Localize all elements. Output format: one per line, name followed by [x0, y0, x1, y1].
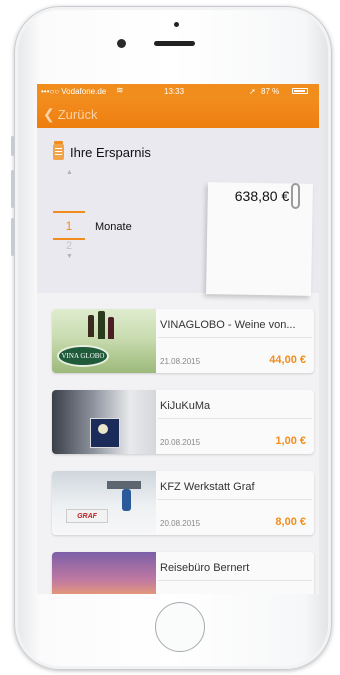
item-date: 20.08.2015	[160, 438, 201, 447]
item-title: KFZ Werkstatt Graf	[160, 481, 255, 493]
reisebuero-thumbnail	[52, 552, 156, 594]
front-camera	[117, 39, 126, 48]
picker-selection-top-line	[53, 211, 85, 213]
kfz-werkstatt-thumbnail: GRAF	[52, 471, 156, 535]
list-item[interactable]: KiJuKuMa 20.08.2015 1,00 €	[52, 390, 314, 454]
volume-down-button	[11, 218, 14, 256]
chevron-left-icon: ❮	[43, 106, 55, 122]
list-item[interactable]: GRAF KFZ Werkstatt Graf 20.08.2015 8,00 …	[52, 471, 314, 535]
item-date: 21.08.2015	[160, 357, 201, 366]
vinaglobo-thumbnail: VINA GLOBO	[52, 309, 156, 373]
item-title: Reisebüro Bernert	[160, 562, 250, 574]
divider	[158, 337, 312, 338]
savings-jar-icon	[53, 141, 64, 160]
earpiece-speaker	[154, 41, 195, 46]
front-sensor	[174, 22, 179, 27]
savings-amount: 638,80 €	[234, 188, 290, 204]
clock: 13:33	[164, 87, 185, 96]
list-item[interactable]: Reisebüro Bernert	[52, 552, 314, 594]
carrier-label: •••○○ Vodafone.de	[41, 87, 107, 96]
mute-switch	[11, 136, 14, 156]
item-title: KiJuKuMa	[160, 400, 211, 412]
status-bar: •••○○ Vodafone.de ≋ 13:33 ➚ 87 %	[37, 84, 319, 100]
navigation-bar: ❮ Zurück	[37, 100, 319, 128]
kijukuma-thumbnail	[52, 390, 156, 454]
item-price: 8,00 €	[275, 516, 306, 528]
picker-up-arrow-icon[interactable]: ▲	[66, 169, 73, 176]
graf-logo-text: GRAF	[77, 512, 97, 520]
month-picker-selected[interactable]: 1	[53, 219, 85, 233]
volume-up-button	[11, 170, 14, 208]
savings-card: Ihre Ersparnis ▲ 1 2 ▼ Monate 638,80 €	[37, 128, 319, 296]
back-button[interactable]: ❮ Zurück	[43, 106, 97, 123]
divider	[158, 499, 312, 500]
item-title: VINAGLOBO - Weine von...	[160, 319, 296, 331]
picker-down-arrow-icon[interactable]: ▼	[66, 253, 73, 260]
divider	[158, 580, 312, 581]
month-picker-next[interactable]: 2	[53, 240, 85, 252]
months-label: Monate	[95, 221, 132, 233]
savings-title: Ihre Ersparnis	[70, 145, 151, 160]
location-icon: ➚	[249, 87, 256, 96]
battery-percent: 87 %	[261, 87, 280, 96]
divider	[158, 418, 312, 419]
battery-icon	[292, 88, 308, 94]
item-date: 20.08.2015	[160, 519, 201, 528]
wifi-icon: ≋	[116, 85, 124, 95]
app-screen: •••○○ Vodafone.de ≋ 13:33 ➚ 87 % ❮ Zurück…	[37, 84, 319, 594]
home-button[interactable]	[155, 602, 205, 652]
back-label: Zurück	[57, 107, 98, 122]
list-item[interactable]: VINA GLOBO VINAGLOBO - Weine von... 21.0…	[52, 309, 314, 373]
item-price: 44,00 €	[269, 354, 306, 366]
item-price: 1,00 €	[275, 435, 306, 447]
vinaglobo-logo-text: VINA GLOBO	[61, 352, 105, 360]
